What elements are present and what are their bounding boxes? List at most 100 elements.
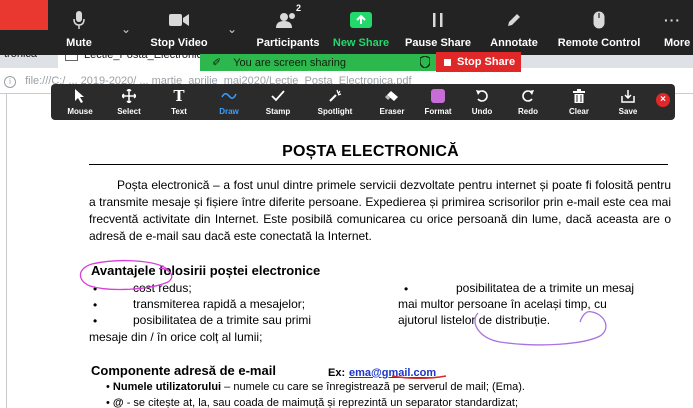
tool-label: Mouse: [67, 107, 93, 116]
title-divider: [89, 164, 668, 165]
tool-label: Save: [618, 107, 638, 116]
stop-share-label: Stop Share: [457, 56, 516, 68]
stop-video-label: Stop Video: [150, 37, 208, 49]
redo-icon: [521, 87, 535, 105]
tool-label: Clear: [568, 107, 589, 116]
page-edge: [6, 94, 7, 408]
tool-label: Select: [117, 107, 141, 116]
bullet-dot: •: [93, 314, 98, 328]
mute-button[interactable]: Mute: [62, 0, 96, 55]
spotlight-tool[interactable]: Spotlight: [313, 84, 357, 120]
eraser-icon: [385, 87, 399, 105]
chevron-up-icon[interactable]: ⌄: [121, 22, 131, 36]
share-screen-icon: [350, 7, 372, 33]
intro-paragraph: Poșta electronică – a fost unul dintre p…: [89, 178, 671, 243]
pause-share-button[interactable]: Pause Share: [404, 0, 472, 55]
screen-sharing-text: You are screen sharing: [233, 56, 346, 69]
shield-icon: [419, 55, 431, 71]
stop-video-button[interactable]: Stop Video: [150, 0, 208, 55]
eraser-tool[interactable]: Eraser: [375, 84, 409, 120]
component-term: Numele utilizatorului: [112, 381, 222, 393]
advantage-item: cost redus;: [133, 281, 192, 295]
screen-sharing-banner[interactable]: ✐ You are screen sharing: [200, 54, 436, 71]
more-icon: ···: [664, 12, 681, 28]
close-annotation-icon[interactable]: ×: [656, 93, 670, 107]
stop-square-icon: [444, 58, 451, 66]
advantages-heading: Avantajele folosirii poștei electronice: [91, 263, 321, 278]
tool-label: Draw: [219, 107, 239, 116]
bullet-dot: •: [93, 298, 98, 312]
advantage-item-continuation: ajutorul listelor de distribuție.: [398, 313, 551, 327]
text-icon: T: [173, 87, 185, 105]
draw-wave-icon: [221, 87, 237, 105]
checkmark-icon: [271, 87, 285, 105]
example-label: Ex:: [328, 367, 346, 379]
save-icon: [621, 87, 635, 105]
mouse-tool[interactable]: Mouse: [63, 84, 97, 120]
components-heading: Componente adresă de e-mail: [91, 363, 276, 378]
annotate-label: Annotate: [490, 37, 538, 49]
stop-share-button[interactable]: Stop Share: [436, 52, 521, 72]
screen: tronica Lectie_Posta_Electronica i file:…: [0, 0, 693, 408]
annotation-toolbar: Mouse Select T Text Draw Stamp Spotlight…: [51, 84, 675, 120]
undo-icon: [475, 87, 489, 105]
participants-icon: 2: [276, 3, 301, 33]
tool-label: Stamp: [265, 107, 291, 116]
format-tool[interactable]: Format: [421, 84, 455, 120]
undo-tool[interactable]: Undo: [467, 84, 497, 120]
pencil-icon: [506, 7, 522, 33]
tool-label: Undo: [471, 107, 493, 116]
bullet-dot: •: [93, 282, 98, 296]
tool-label: Format: [424, 107, 452, 116]
tool-label: Spotlight: [317, 107, 353, 116]
new-share-label: New Share: [332, 37, 390, 49]
component-item: • @ - se citește at, la, sau coada de ma…: [106, 397, 519, 408]
more-label: More: [664, 37, 691, 49]
info-icon: i: [4, 76, 16, 88]
participants-count: 2: [296, 3, 302, 13]
clear-tool[interactable]: Clear: [563, 84, 595, 120]
zoom-window-indicator: [0, 0, 48, 30]
advantage-item: posibilitatea de a trimite sau primi: [133, 313, 312, 327]
bullet-dot: •: [404, 282, 409, 296]
microphone-icon: [72, 7, 86, 33]
remote-control-label: Remote Control: [557, 37, 641, 49]
pdf-viewer: [0, 94, 693, 408]
remote-control-button[interactable]: Remote Control: [557, 0, 641, 55]
stamp-tool[interactable]: Stamp: [261, 84, 295, 120]
video-camera-icon: [169, 7, 189, 33]
advantage-item: transmiterea rapidă a mesajelor;: [133, 297, 306, 311]
tool-label: Text: [171, 107, 187, 116]
select-tool[interactable]: Select: [113, 84, 145, 120]
advantage-item: posibilitatea de a trimite un mesaj: [456, 281, 635, 295]
component-desc: – numele cu care se înregistrează pe ser…: [221, 381, 525, 393]
participants-button[interactable]: 2 Participants: [252, 0, 324, 55]
chevron-up-icon[interactable]: ⌄: [227, 22, 237, 36]
mute-label: Mute: [66, 37, 92, 49]
advantage-item-continuation: mesaje din / în orice colț al lumii;: [89, 330, 263, 344]
redo-tool[interactable]: Redo: [513, 84, 543, 120]
pause-share-label: Pause Share: [404, 37, 472, 49]
component-desc: - se citește at, la, sau coada de maimuț…: [123, 397, 519, 408]
participants-label: Participants: [256, 37, 320, 49]
component-item: • Numele utilizatorului – numele cu care…: [106, 381, 525, 393]
spotlight-icon: [328, 87, 342, 105]
move-icon: [122, 87, 136, 105]
draw-tool[interactable]: Draw: [213, 84, 245, 120]
tool-label: Eraser: [379, 107, 405, 116]
trash-icon: [573, 87, 585, 105]
advantage-item-continuation: mai multor persoane în același timp, cu: [398, 297, 607, 311]
mouse-icon: [593, 7, 605, 33]
format-swatch-icon: [431, 87, 445, 105]
more-button[interactable]: ··· More: [664, 0, 693, 55]
example-email[interactable]: ema@gmail.com: [349, 367, 436, 379]
pin-icon: ✐: [212, 57, 222, 69]
annotate-button[interactable]: Annotate: [486, 0, 542, 55]
tool-label: Redo: [518, 107, 538, 116]
text-tool[interactable]: T Text: [163, 84, 195, 120]
cursor-icon: [75, 87, 85, 105]
new-share-button[interactable]: New Share: [332, 0, 390, 55]
save-tool[interactable]: Save: [613, 84, 643, 120]
component-term: @: [112, 397, 124, 408]
pause-icon: [431, 7, 445, 33]
